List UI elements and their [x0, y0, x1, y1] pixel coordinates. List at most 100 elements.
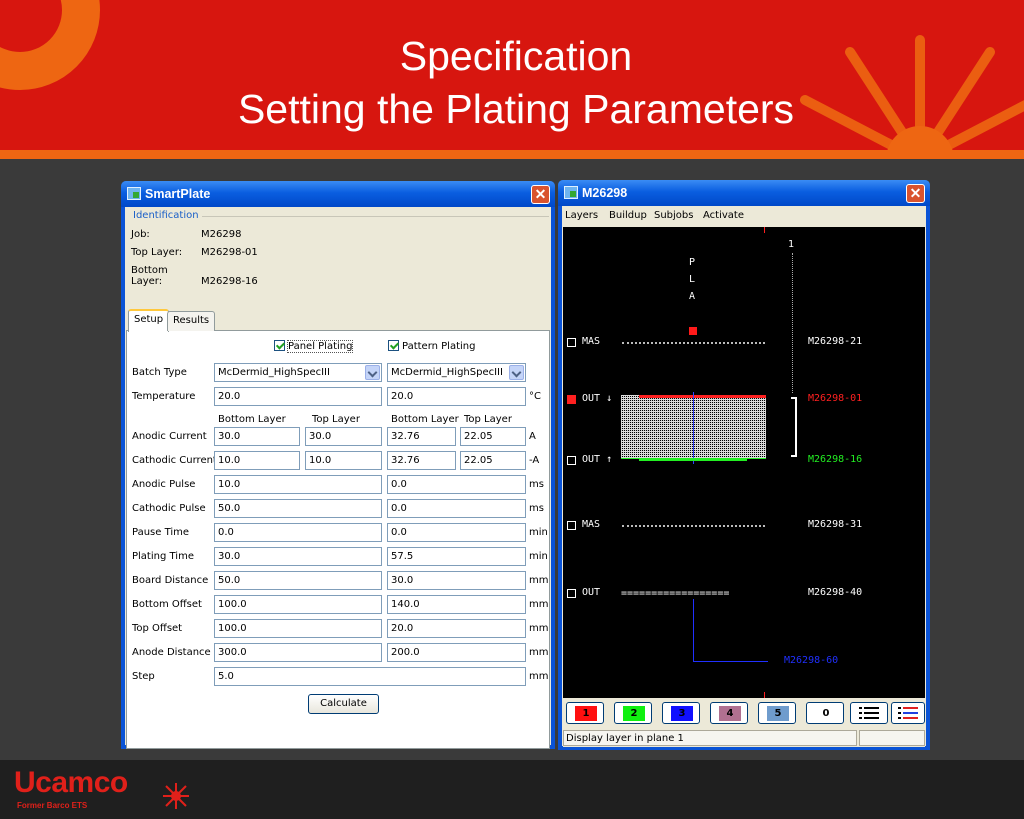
chevron-down-icon[interactable]: [365, 365, 380, 380]
layer-toggle-checkbox[interactable]: [567, 521, 576, 530]
panel-board-distance-input[interactable]: 50.0: [214, 571, 382, 590]
plane-3-button[interactable]: 3: [662, 702, 700, 724]
board-distance-label: Board Distance: [132, 575, 209, 586]
pattern-temperature-input[interactable]: 20.0: [387, 387, 526, 406]
select-value: McDermid_HighSpecIII: [218, 367, 330, 378]
panel-bottom-anodic-current-input[interactable]: 30.0: [214, 427, 300, 446]
viewer-titlebar[interactable]: M26298 ✕: [558, 180, 930, 206]
panel-bottom-offset-input[interactable]: 100.0: [214, 595, 382, 614]
ident-value: M26298-01: [201, 247, 258, 258]
panel-cathodic-pulse-input[interactable]: 50.0: [214, 499, 382, 518]
pla-letter-p: P: [689, 257, 696, 268]
plane-2-button[interactable]: 2: [614, 702, 652, 724]
plane-5-button[interactable]: 5: [758, 702, 796, 724]
close-button[interactable]: ✕: [531, 185, 550, 204]
plating-time-unit: min: [529, 551, 548, 562]
menu-layers[interactable]: Layers: [565, 210, 598, 221]
panel-plating-time-input[interactable]: 30.0: [214, 547, 382, 566]
tab-results[interactable]: Results: [167, 311, 216, 331]
pattern-top-layer-header: Top Layer: [464, 414, 512, 425]
pattern-plating-checkbox[interactable]: Pattern Plating: [388, 340, 475, 352]
plane-0-button[interactable]: 0: [806, 702, 844, 724]
dotted-guide: [792, 253, 793, 393]
drill-connector-vertical: [693, 599, 694, 661]
step-input[interactable]: 5.0: [214, 667, 526, 686]
ident-row-job: Job: M26298: [131, 229, 241, 240]
menu-buildup[interactable]: Buildup: [609, 210, 647, 221]
pattern-top-anodic-current-input[interactable]: 22.05: [460, 427, 526, 446]
setup-panel: Panel Plating Pattern Plating Batch Type…: [126, 330, 550, 749]
layer-toggle-checkbox[interactable]: [567, 395, 576, 404]
layer-type: OUT ↓: [582, 393, 613, 404]
panel-top-anodic-current-input[interactable]: 30.0: [305, 427, 382, 446]
layer-toggle-checkbox[interactable]: [567, 589, 576, 598]
plane-1-button[interactable]: 1: [566, 702, 604, 724]
outer-layer-line: ==================: [621, 588, 730, 599]
panel-temperature-input[interactable]: 20.0: [214, 387, 382, 406]
bottom-copper-layer: [639, 458, 747, 461]
temperature-unit: °C: [529, 391, 541, 402]
panel-batch-type-select[interactable]: McDermid_HighSpecIII: [214, 363, 382, 382]
status-bar: Display layer in plane 1: [563, 729, 925, 747]
layer-toggle-checkbox[interactable]: [567, 338, 576, 347]
pattern-batch-type-select[interactable]: McDermid_HighSpecIII: [387, 363, 526, 382]
pattern-bottom-layer-header: Bottom Layer: [391, 414, 459, 425]
pattern-cathodic-pulse-input[interactable]: 0.0: [387, 499, 526, 518]
smartplate-titlebar[interactable]: SmartPlate ✕: [121, 181, 555, 207]
chevron-down-icon[interactable]: [509, 365, 524, 380]
pattern-plating-time-input[interactable]: 57.5: [387, 547, 526, 566]
panel-pause-time-input[interactable]: 0.0: [214, 523, 382, 542]
tab-setup[interactable]: Setup: [128, 309, 170, 332]
plane-4-button[interactable]: 4: [710, 702, 748, 724]
drill-connector-horizontal: [693, 661, 768, 662]
colored-list-button[interactable]: [891, 702, 925, 724]
close-button[interactable]: ✕: [906, 184, 925, 203]
colored-list-icon: [898, 707, 918, 719]
pattern-bottom-anodic-current-input[interactable]: 32.76: [387, 427, 456, 446]
panel-top-offset-input[interactable]: 100.0: [214, 619, 382, 638]
list-view-button[interactable]: [850, 702, 888, 724]
panel-bottom-cathodic-current-input[interactable]: 10.0: [214, 451, 300, 470]
panel-plating-checkbox[interactable]: Panel Plating: [274, 340, 354, 353]
stackup-canvas[interactable]: 1 P L A MAS M26298-21 OUT ↓ M26298-01 OU…: [563, 227, 925, 698]
step-label: Step: [132, 671, 155, 682]
pattern-board-distance-input[interactable]: 30.0: [387, 571, 526, 590]
pattern-anode-distance-input[interactable]: 200.0: [387, 643, 526, 662]
panel-anodic-pulse-input[interactable]: 10.0: [214, 475, 382, 494]
plane-swatch: 4: [719, 706, 741, 721]
checkbox-check-icon: [388, 340, 399, 351]
ident-key: Job:: [131, 229, 150, 240]
mask-layer-line: [622, 342, 765, 344]
plane-number: 1: [788, 239, 795, 250]
slide-title-line-1: Specification: [399, 33, 633, 79]
app-icon: [564, 186, 578, 199]
smartplate-body: Identification Job: M26298 Top Layer: M262…: [125, 207, 551, 749]
menu-activate[interactable]: Activate: [703, 210, 744, 221]
step-unit: mm: [529, 671, 549, 682]
layer-name: M26298-21: [808, 336, 863, 347]
pattern-top-cathodic-current-input[interactable]: 22.05: [460, 451, 526, 470]
ident-key: Bottom Layer:: [131, 265, 168, 287]
panel-top-cathodic-current-input[interactable]: 10.0: [305, 451, 382, 470]
logo-subtitle: Former Barco ETS: [17, 801, 88, 810]
smartplate-window: SmartPlate ✕ Identification Job: M26298 T…: [121, 181, 555, 749]
bottom-offset-unit: mm: [529, 599, 549, 610]
bottom-offset-label: Bottom Offset: [132, 599, 202, 610]
anodic-current-unit: A: [529, 431, 536, 442]
pattern-bottom-cathodic-current-input[interactable]: 32.76: [387, 451, 456, 470]
pattern-bottom-offset-input[interactable]: 140.0: [387, 595, 526, 614]
top-marker: [764, 227, 765, 233]
panel-anode-distance-input[interactable]: 300.0: [214, 643, 382, 662]
anode-distance-label: Anode Distance: [132, 647, 211, 658]
anodic-pulse-label: Anodic Pulse: [132, 479, 196, 490]
pattern-anodic-pulse-input[interactable]: 0.0: [387, 475, 526, 494]
slide-footer: [0, 760, 1024, 819]
ident-key: Top Layer:: [131, 247, 183, 258]
pattern-top-offset-input[interactable]: 20.0: [387, 619, 526, 638]
checkbox-check-icon: [274, 340, 285, 351]
calculate-button[interactable]: Calculate: [308, 694, 379, 714]
layer-toggle-checkbox[interactable]: [567, 456, 576, 465]
pattern-pause-time-input[interactable]: 0.0: [387, 523, 526, 542]
layer-name: M26298-40: [808, 587, 863, 598]
menu-subjobs[interactable]: Subjobs: [654, 210, 694, 221]
